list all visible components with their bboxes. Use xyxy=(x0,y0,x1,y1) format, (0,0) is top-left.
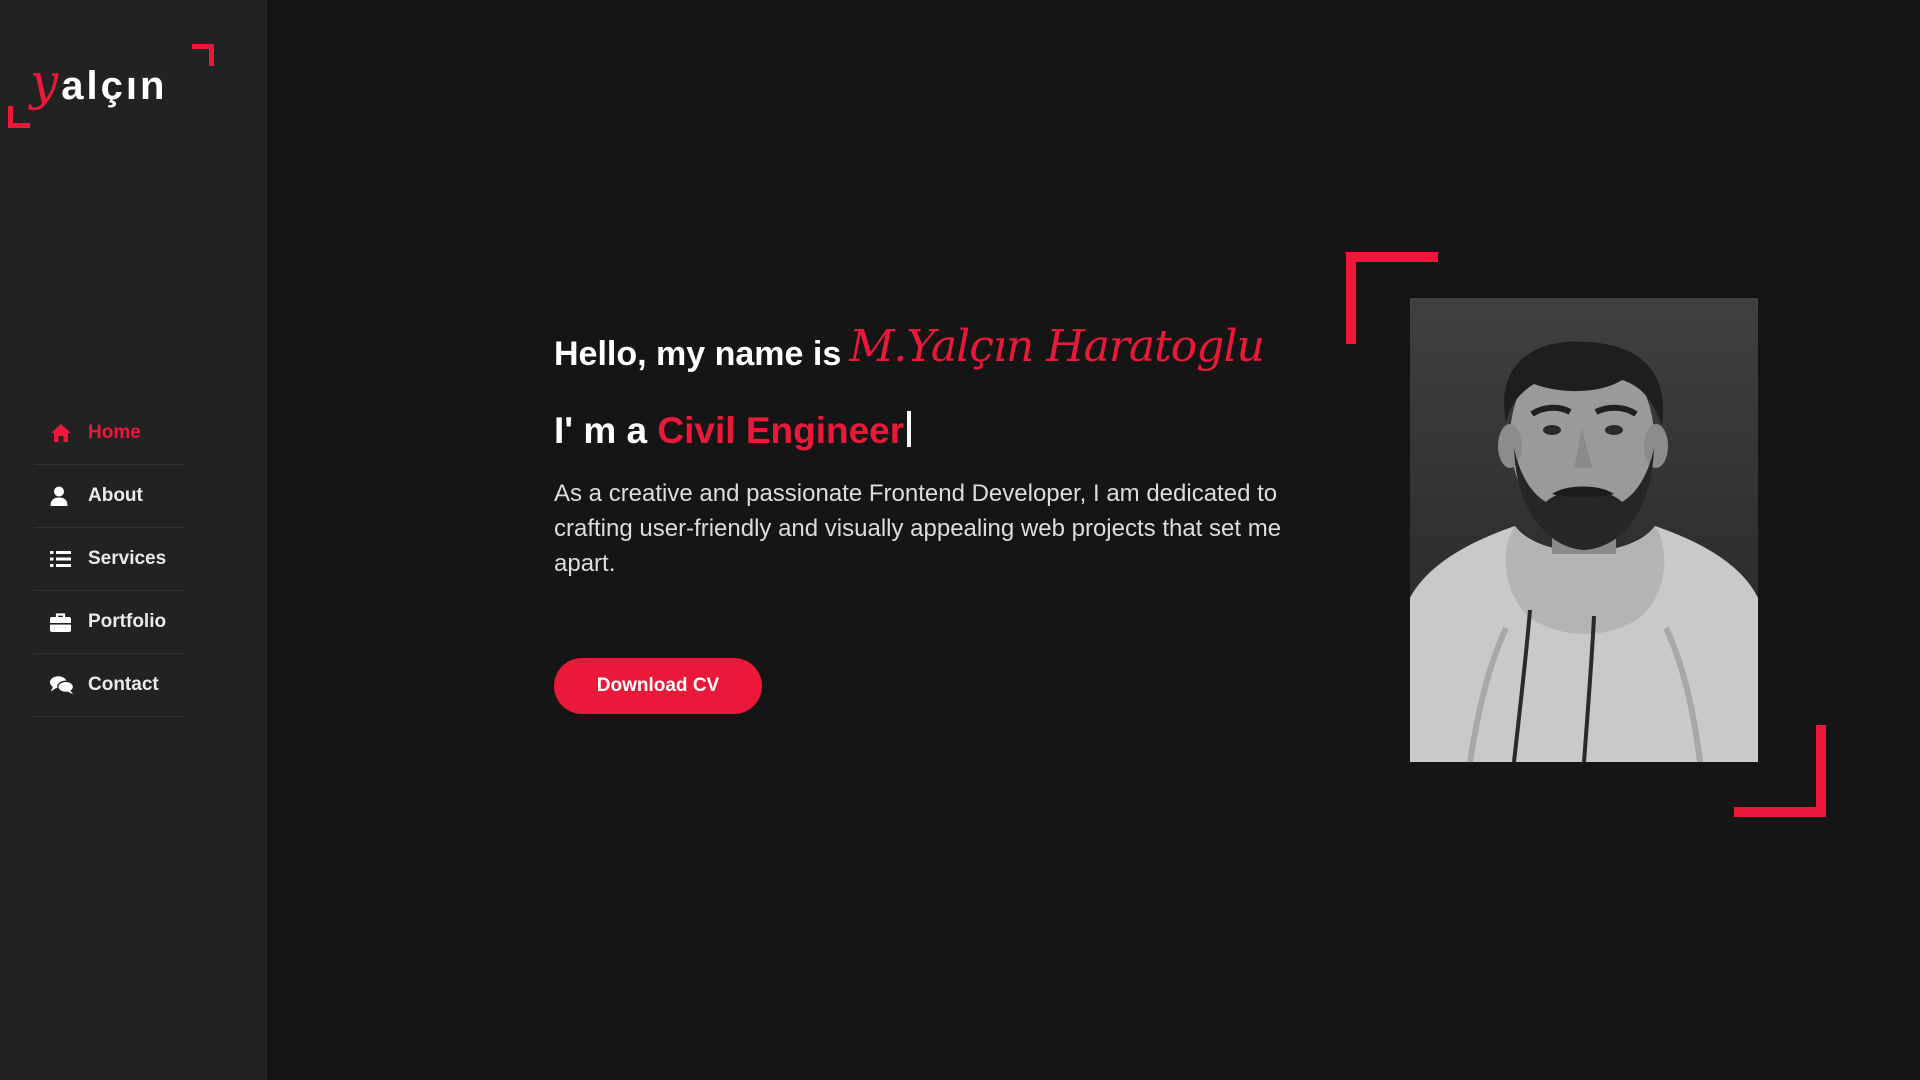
nav-label-services: Services xyxy=(88,548,167,569)
nav-label-contact: Contact xyxy=(88,674,159,695)
comments-icon xyxy=(50,674,74,696)
role-text: Civil Engineer xyxy=(657,410,905,451)
hero-description: As a creative and passionate Frontend De… xyxy=(554,480,1282,577)
profile-photo xyxy=(1410,298,1758,762)
nav-label-portfolio: Portfolio xyxy=(88,611,167,632)
nav-item-services[interactable]: Services xyxy=(34,528,184,591)
logo-rest: alçın xyxy=(61,64,168,108)
main-nav: Home About Services Portfolio Contact xyxy=(34,402,184,717)
sidebar: yalçın Home About Services Portfolio Con… xyxy=(0,0,267,1080)
greeting-line: Hello, my name is M.Yalçın Haratoglu xyxy=(554,310,1314,376)
name-signature: M.Yalçın Haratoglu xyxy=(849,321,1265,372)
app-root: yalçın Home About Services Portfolio Con… xyxy=(0,0,1920,1080)
logo[interactable]: yalçın xyxy=(8,44,214,128)
list-icon xyxy=(50,548,74,570)
role-prefix: I' m a xyxy=(554,410,648,451)
hero-text: Hello, my name is M.Yalçın Haratoglu I' … xyxy=(554,310,1314,605)
nav-item-contact[interactable]: Contact xyxy=(34,654,184,717)
nav-label-home: Home xyxy=(88,422,141,443)
role-line: I' m a Civil Engineer xyxy=(554,406,1314,456)
logo-corner-bottom-left xyxy=(8,106,30,128)
greeting-text: Hello, my name is xyxy=(554,335,842,373)
home-icon xyxy=(50,422,74,444)
briefcase-icon xyxy=(50,611,74,633)
user-icon xyxy=(50,485,74,507)
nav-item-portfolio[interactable]: Portfolio xyxy=(34,591,184,654)
portrait-illustration xyxy=(1410,341,1758,762)
nav-item-about[interactable]: About xyxy=(34,465,184,528)
download-cv-button[interactable]: Download CV xyxy=(554,658,762,714)
logo-corner-top-right xyxy=(192,44,214,66)
nav-item-home[interactable]: Home xyxy=(34,402,184,465)
profile-photo-frame xyxy=(1346,252,1826,817)
typing-caret xyxy=(907,411,912,447)
logo-text: yalçın xyxy=(30,57,168,110)
nav-label-about: About xyxy=(88,485,143,506)
home-section: Hello, my name is M.Yalçın Haratoglu I' … xyxy=(266,0,1920,1080)
logo-initial: y xyxy=(30,53,62,111)
